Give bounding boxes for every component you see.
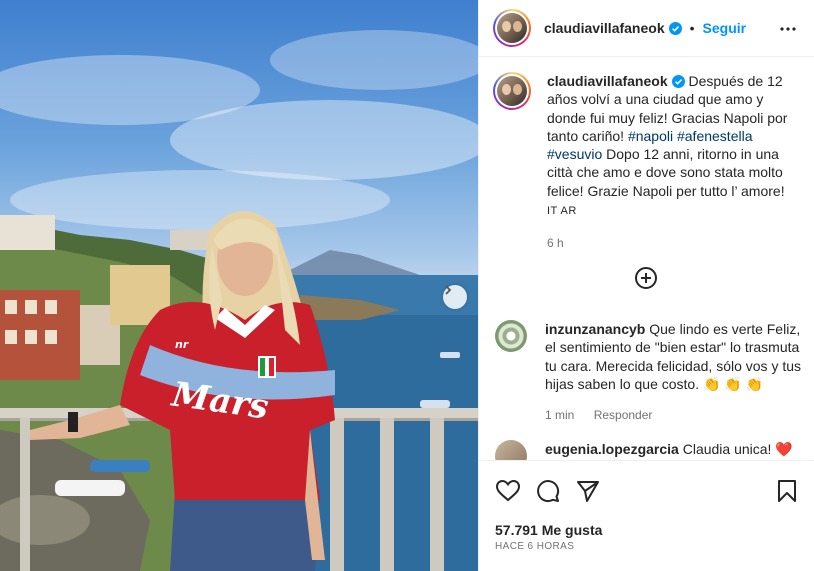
likes-count[interactable]: 57.791 Me gusta xyxy=(495,522,602,538)
action-bar: 57.791 Me gusta HACE 6 HORAS xyxy=(479,460,814,571)
comment-meta: 1 min Responder xyxy=(545,406,803,424)
verified-icon xyxy=(668,21,682,35)
save-icon[interactable] xyxy=(776,479,798,503)
follow-button[interactable]: Seguir xyxy=(703,20,747,36)
post-panel: claudiavillafaneok • Seguir claudiavilla… xyxy=(478,0,814,571)
comment-username[interactable]: eugenia.lopezgarcia xyxy=(545,441,679,457)
add-comment-icon[interactable] xyxy=(634,266,658,290)
caption-username[interactable]: claudiavillafaneok xyxy=(547,73,668,89)
comment-username[interactable]: inzunzanancyb xyxy=(545,321,645,337)
avatar-image xyxy=(497,13,527,43)
caption: claudiavillafaneok Después de 12 años vo… xyxy=(493,72,803,253)
post-header: claudiavillafaneok • Seguir xyxy=(479,0,814,57)
heart-icon[interactable] xyxy=(495,479,521,503)
hashtag-vesuvio[interactable]: #vesuvio xyxy=(547,146,602,162)
next-photo-button[interactable] xyxy=(443,285,467,309)
verified-icon xyxy=(671,75,685,88)
caption-text: claudiavillafaneok Después de 12 años vo… xyxy=(547,72,803,253)
comment-avatar[interactable] xyxy=(495,440,527,460)
translate-link[interactable]: IT AR xyxy=(547,202,803,220)
comment-avatar[interactable] xyxy=(495,320,527,352)
share-icon[interactable] xyxy=(576,479,600,503)
avatar[interactable] xyxy=(493,9,531,47)
comment-icon[interactable] xyxy=(536,479,560,503)
post-photo: Mars nr xyxy=(0,0,478,571)
caption-avatar-image xyxy=(497,76,527,106)
caption-time: 6 h xyxy=(547,236,564,251)
more-icon[interactable] xyxy=(779,20,797,38)
separator-dot: • xyxy=(689,20,695,36)
hashtag-afenestella[interactable]: #afenestella xyxy=(677,128,753,144)
reply-button[interactable]: Responder xyxy=(594,408,653,422)
comment-item: eugenia.lopezgarcia Claudia unica! ❤️ ❤️ xyxy=(495,440,803,460)
jersey-brand: nr xyxy=(175,338,189,351)
comments-scroll[interactable]: claudiavillafaneok Después de 12 años vo… xyxy=(479,58,814,460)
hashtag-napoli[interactable]: #napoli xyxy=(628,128,673,144)
comment-item: inzunzanancyb Que lindo es verte Feliz, … xyxy=(495,320,803,424)
author-username[interactable]: claudiavillafaneok xyxy=(544,20,665,36)
caption-avatar[interactable] xyxy=(493,72,531,110)
comment-text-block: inzunzanancyb Que lindo es verte Feliz, … xyxy=(545,320,803,393)
comment-time: 1 min xyxy=(545,408,575,423)
post-timestamp: HACE 6 HORAS xyxy=(495,541,575,552)
next-icon xyxy=(445,285,452,295)
photo-scene: Mars nr xyxy=(0,30,478,571)
